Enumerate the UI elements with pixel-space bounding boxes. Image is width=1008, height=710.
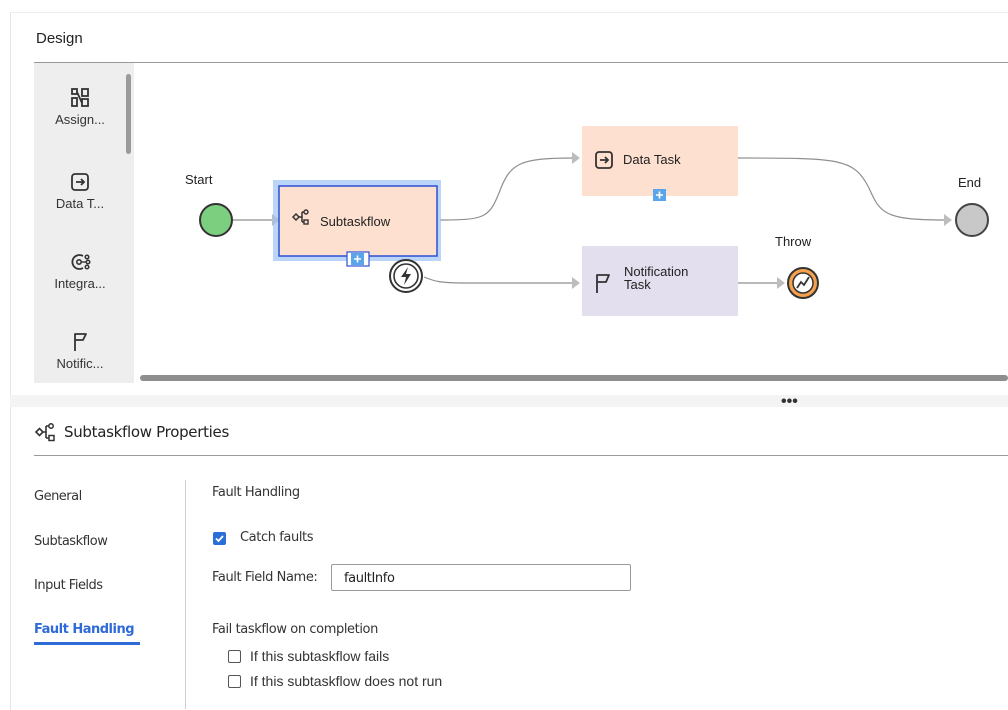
- catch-faults-checkbox[interactable]: [213, 532, 226, 545]
- fail-if-fails-label: If this subtaskflow fails: [250, 648, 390, 664]
- fault-handling-heading: Fault Handling: [212, 485, 300, 500]
- fail-if-not-run-label: If this subtaskflow does not run: [250, 673, 443, 689]
- catch-faults-label: Catch faults: [240, 530, 314, 545]
- data-task-icon: [71, 173, 89, 191]
- fault-field-name-input[interactable]: faultInfo: [331, 564, 631, 591]
- palette-item-label: Integra...: [54, 276, 106, 291]
- properties-divider: [34, 455, 1008, 456]
- checkmark-icon: [215, 535, 224, 543]
- throw-label: Throw: [775, 234, 812, 249]
- palette-item-label: Assign...: [55, 112, 105, 127]
- start-label: Start: [185, 172, 213, 187]
- integration-icon: [71, 254, 91, 270]
- panel-splitter[interactable]: [10, 395, 1008, 407]
- canvas-horizontal-scrollbar[interactable]: [140, 375, 1008, 381]
- data-task-node-label[interactable]: Data Task: [623, 152, 681, 167]
- palette-item-label: Data T...: [55, 196, 105, 211]
- end-event: [955, 203, 989, 237]
- connector-subtaskflow-datatask: [439, 157, 575, 221]
- properties-title: Subtaskflow Properties: [64, 423, 229, 441]
- end-label: End: [958, 175, 982, 190]
- connector-datatask-end: [737, 157, 945, 221]
- palette-item-integration[interactable]: Integra...: [34, 249, 126, 291]
- design-panel-title: Design: [36, 30, 83, 47]
- palette-item-label: Notific...: [56, 356, 104, 371]
- fail-taskflow-heading: Fail taskflow on completion: [212, 622, 378, 637]
- connector-arrow: [944, 214, 952, 226]
- nav-item-fault-handling[interactable]: Fault Handling: [34, 622, 135, 637]
- flow-connectors: [199, 126, 989, 316]
- design-canvas[interactable]: Start End Throw Subtaskflow Data Task No…: [134, 63, 1008, 383]
- subtaskflow-icon: [34, 423, 55, 442]
- notification-node-label[interactable]: Notification Task: [624, 265, 688, 291]
- subtaskflow-node-label[interactable]: Subtaskflow: [320, 214, 390, 229]
- notification-label-line2: Task: [624, 277, 651, 292]
- splitter-handle-icon[interactable]: •••: [781, 393, 798, 411]
- fail-if-fails-checkbox[interactable]: [228, 650, 241, 663]
- step-palette[interactable]: Assign... Data T... Integra... Notific..…: [34, 63, 134, 383]
- connector-boundary-notification: [423, 276, 574, 284]
- start-event: [199, 203, 233, 237]
- connector-arrow: [572, 152, 580, 164]
- nav-item-input-fields[interactable]: Input Fields: [34, 578, 103, 593]
- connector-arrow: [777, 277, 785, 289]
- nav-item-general[interactable]: General: [34, 489, 82, 504]
- active-tab-indicator: [34, 642, 140, 645]
- connector-arrow: [572, 277, 580, 289]
- notification-flag-icon: [74, 333, 87, 351]
- properties-header: Subtaskflow Properties: [34, 420, 229, 444]
- fault-field-label: Fault Field Name:: [212, 570, 318, 585]
- nav-item-subtaskflow[interactable]: Subtaskflow: [34, 534, 108, 549]
- fail-if-not-run-checkbox[interactable]: [228, 675, 241, 688]
- palette-item-assignment[interactable]: Assign...: [34, 85, 126, 127]
- assignment-icon: [71, 88, 89, 107]
- nav-divider: [185, 480, 186, 709]
- palette-item-notification[interactable]: Notific...: [34, 329, 126, 371]
- palette-item-data-task[interactable]: Data T...: [34, 169, 126, 211]
- palette-scrollbar[interactable]: [126, 74, 131, 154]
